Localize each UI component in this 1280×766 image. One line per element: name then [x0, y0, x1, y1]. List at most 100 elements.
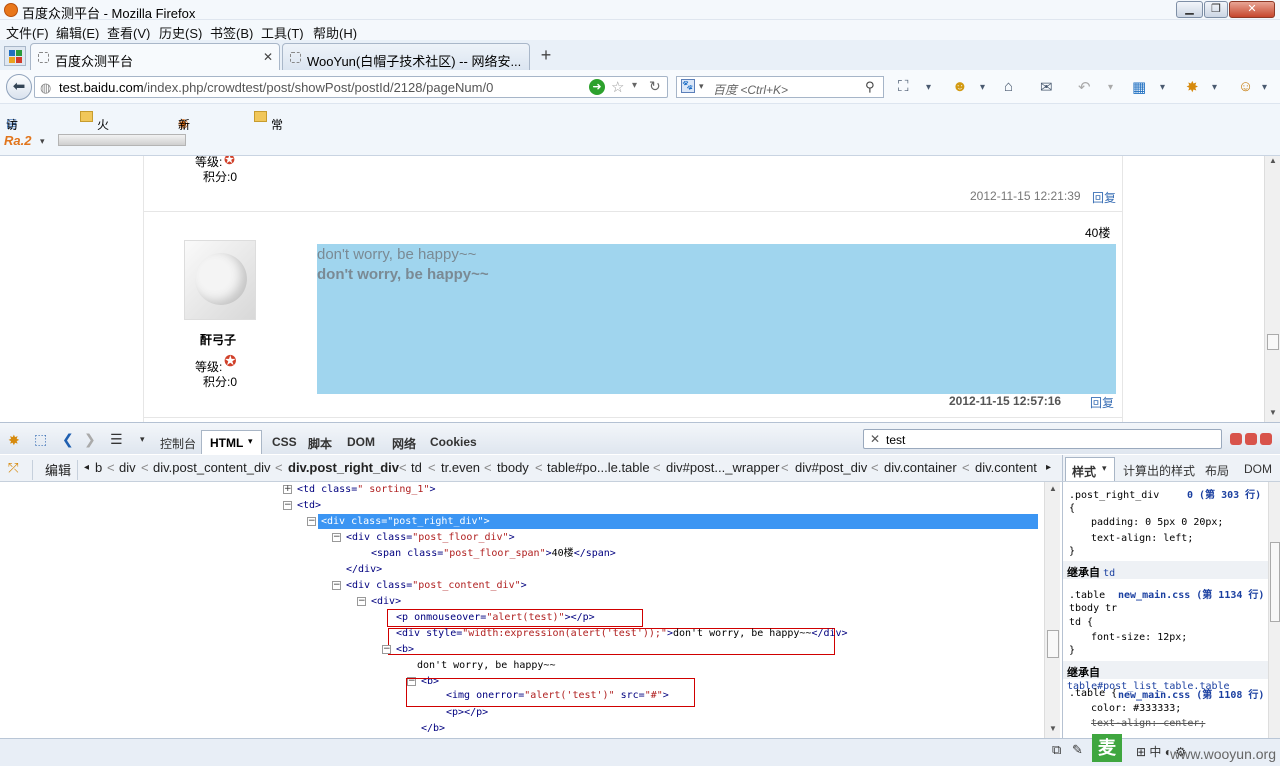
resize-icon[interactable]: ⧉	[1052, 742, 1061, 758]
crumb-post-content-div[interactable]: div.post_content_div	[153, 460, 271, 475]
prev-reply-link[interactable]: 回复	[1092, 189, 1116, 206]
scroll-up-icon[interactable]: ▲	[1269, 156, 1277, 165]
tab-net[interactable]: 网络	[392, 435, 416, 452]
command-line-icon[interactable]: ☰	[110, 431, 123, 448]
html-node[interactable]: <td class=" sorting_1">	[297, 483, 436, 497]
bookmark-common-sites[interactable]: 常用网址	[254, 110, 283, 183]
crumb-td[interactable]: td	[411, 460, 422, 475]
firebug-icon[interactable]: ✸	[1186, 78, 1199, 96]
page-scrollbar[interactable]: ▲ ▼	[1264, 156, 1280, 422]
tab-groups-icon[interactable]	[4, 46, 26, 66]
username[interactable]: 酐弓子	[200, 331, 236, 348]
tab-wooyun[interactable]: WooYun(白帽子技术社区) -- 网络安...	[282, 43, 530, 70]
crumb-post-div[interactable]: div#post_div	[795, 460, 867, 475]
html-node[interactable]: <td>	[297, 499, 321, 513]
greasemonkey-icon[interactable]: ☺	[1238, 78, 1253, 95]
firebug-icon[interactable]: ✸	[8, 432, 20, 449]
back-arrow-icon[interactable]: ❮	[62, 431, 74, 448]
addon-input[interactable]	[58, 134, 186, 146]
url-bar[interactable]: ◍ test.baidu.com/index.php/crowdtest/pos…	[34, 76, 668, 98]
scroll-down-icon[interactable]: ▼	[1049, 724, 1057, 733]
rule-source-link[interactable]: new_main.css (第 1108 行)	[1118, 689, 1264, 702]
firebug-search-input[interactable]: ✕ test	[863, 429, 1222, 449]
search-engine-icon[interactable]: 🐾	[681, 79, 695, 93]
tab-layout[interactable]: 布局	[1205, 462, 1229, 479]
html-node[interactable]: <div class="post_floor_div">	[346, 531, 515, 545]
crumb-div[interactable]: div	[119, 460, 136, 475]
dropdown-arrow-icon[interactable]: ▾	[699, 81, 704, 92]
reload-icon[interactable]: ↻	[649, 78, 661, 95]
crumb-scroll-left-icon[interactable]: ◂	[84, 462, 89, 473]
dropdown-arrow-icon[interactable]: ▾	[140, 434, 145, 445]
edit-button[interactable]: 编辑	[32, 460, 78, 480]
collapse-node-icon[interactable]: −	[382, 645, 391, 654]
collapse-node-icon[interactable]: −	[283, 501, 292, 510]
inspect-icon[interactable]: ⬚	[34, 431, 47, 448]
html-pane-scrollbar[interactable]: ▲ ▼	[1044, 482, 1060, 738]
dropdown-arrow-icon[interactable]: ▾	[926, 82, 931, 93]
collapse-node-icon[interactable]: −	[307, 517, 316, 526]
html-node[interactable]: <div style="width:expression(alert('test…	[396, 627, 848, 641]
tab-css[interactable]: CSS	[272, 435, 297, 449]
dropdown-arrow-icon[interactable]: ▾	[1160, 82, 1165, 93]
css-property-overridden[interactable]: text-align: center;	[1091, 717, 1205, 730]
css-property[interactable]: color: #333333;	[1091, 702, 1181, 715]
css-property[interactable]: font-size: 12px;	[1091, 631, 1187, 644]
css-property[interactable]: padding: 0 5px 0 20px;	[1091, 516, 1223, 529]
html-node[interactable]: <p onmouseover="alert(test)"></p>	[396, 611, 595, 625]
tools-icon[interactable]: ✎	[1072, 742, 1083, 758]
scroll-thumb[interactable]	[1047, 630, 1059, 658]
avatar[interactable]	[184, 240, 256, 320]
close-window-button[interactable]: ✕	[1229, 1, 1275, 18]
rule-source-link[interactable]: new_main.css (第 1134 行)	[1118, 589, 1264, 602]
clear-search-icon[interactable]: ✕	[870, 432, 880, 446]
tab-console[interactable]: 控制台	[160, 435, 196, 452]
tab-script[interactable]: 脚本	[308, 435, 332, 452]
crumb-tbody[interactable]: tbody	[497, 460, 529, 475]
undo-close-tab-icon[interactable]: ↶	[1078, 78, 1091, 96]
collapse-node-icon[interactable]: −	[332, 533, 341, 542]
scroll-thumb[interactable]	[1267, 334, 1279, 350]
ra2-logo[interactable]: Ra.2	[4, 133, 31, 148]
html-node[interactable]: <img onerror="alert('test')" src="#">	[446, 689, 669, 703]
home-icon[interactable]: ⌂	[1004, 78, 1013, 95]
forward-arrow-icon[interactable]: ❯	[84, 431, 96, 448]
new-tab-button[interactable]: +	[534, 45, 558, 67]
tab-computed-style[interactable]: 计算出的样式	[1123, 462, 1195, 479]
collapse-node-icon[interactable]: −	[332, 581, 341, 590]
crumb-post-right-div[interactable]: div.post_right_div	[288, 460, 399, 475]
input-method-logo[interactable]: 麦	[1092, 734, 1122, 762]
bookmark-firefox-site[interactable]: 火狐官方站点	[80, 110, 109, 217]
scroll-down-icon[interactable]: ▼	[1269, 408, 1277, 417]
scroll-up-icon[interactable]: ▲	[1049, 484, 1057, 493]
go-arrow-icon[interactable]: ➜	[589, 79, 605, 95]
smiley-icon[interactable]: ☻	[952, 78, 968, 95]
css-property[interactable]: text-align: left;	[1091, 532, 1193, 545]
tab-style[interactable]: 样式 ▾	[1065, 457, 1115, 481]
crumb-table[interactable]: table#po...le.table	[547, 460, 650, 475]
scroll-thumb[interactable]	[1270, 542, 1280, 622]
tab-dom[interactable]: DOM	[347, 435, 375, 449]
html-node[interactable]: <span class="post_floor_span">40楼</span>	[371, 547, 616, 561]
apps-grid-icon[interactable]: ▦	[1132, 78, 1146, 96]
reply-link[interactable]: 回复	[1090, 394, 1114, 411]
expand-node-icon[interactable]: +	[283, 485, 292, 494]
rule-selector[interactable]: .table {	[1069, 687, 1117, 700]
tab-close-icon[interactable]: ✕	[263, 50, 273, 64]
minimize-button[interactable]: ▁	[1176, 1, 1203, 18]
dropdown-arrow-icon[interactable]: ▾	[40, 136, 45, 147]
dropdown-arrow-icon[interactable]: ▾	[1262, 82, 1267, 93]
html-node-selected[interactable]: <div class="post_right_div">	[321, 515, 490, 529]
rule-selector[interactable]: .post_right_div	[1069, 489, 1159, 502]
bookmark-star-icon[interactable]: ☆	[611, 78, 624, 96]
crumb-content[interactable]: div.content	[975, 460, 1037, 475]
maximize-button[interactable]: ❐	[1204, 1, 1228, 18]
expand-icon[interactable]: ⤱	[8, 460, 18, 476]
search-icon[interactable]: ⚲	[865, 79, 875, 95]
style-pane-scrollbar[interactable]	[1268, 482, 1280, 738]
html-node[interactable]: <div>	[371, 595, 401, 609]
mail-icon[interactable]: ✉	[1040, 78, 1053, 96]
dropdown-arrow-icon[interactable]: ▾	[980, 82, 985, 93]
html-node[interactable]: <b>	[396, 643, 414, 657]
crumb-container[interactable]: div.container	[884, 460, 957, 475]
